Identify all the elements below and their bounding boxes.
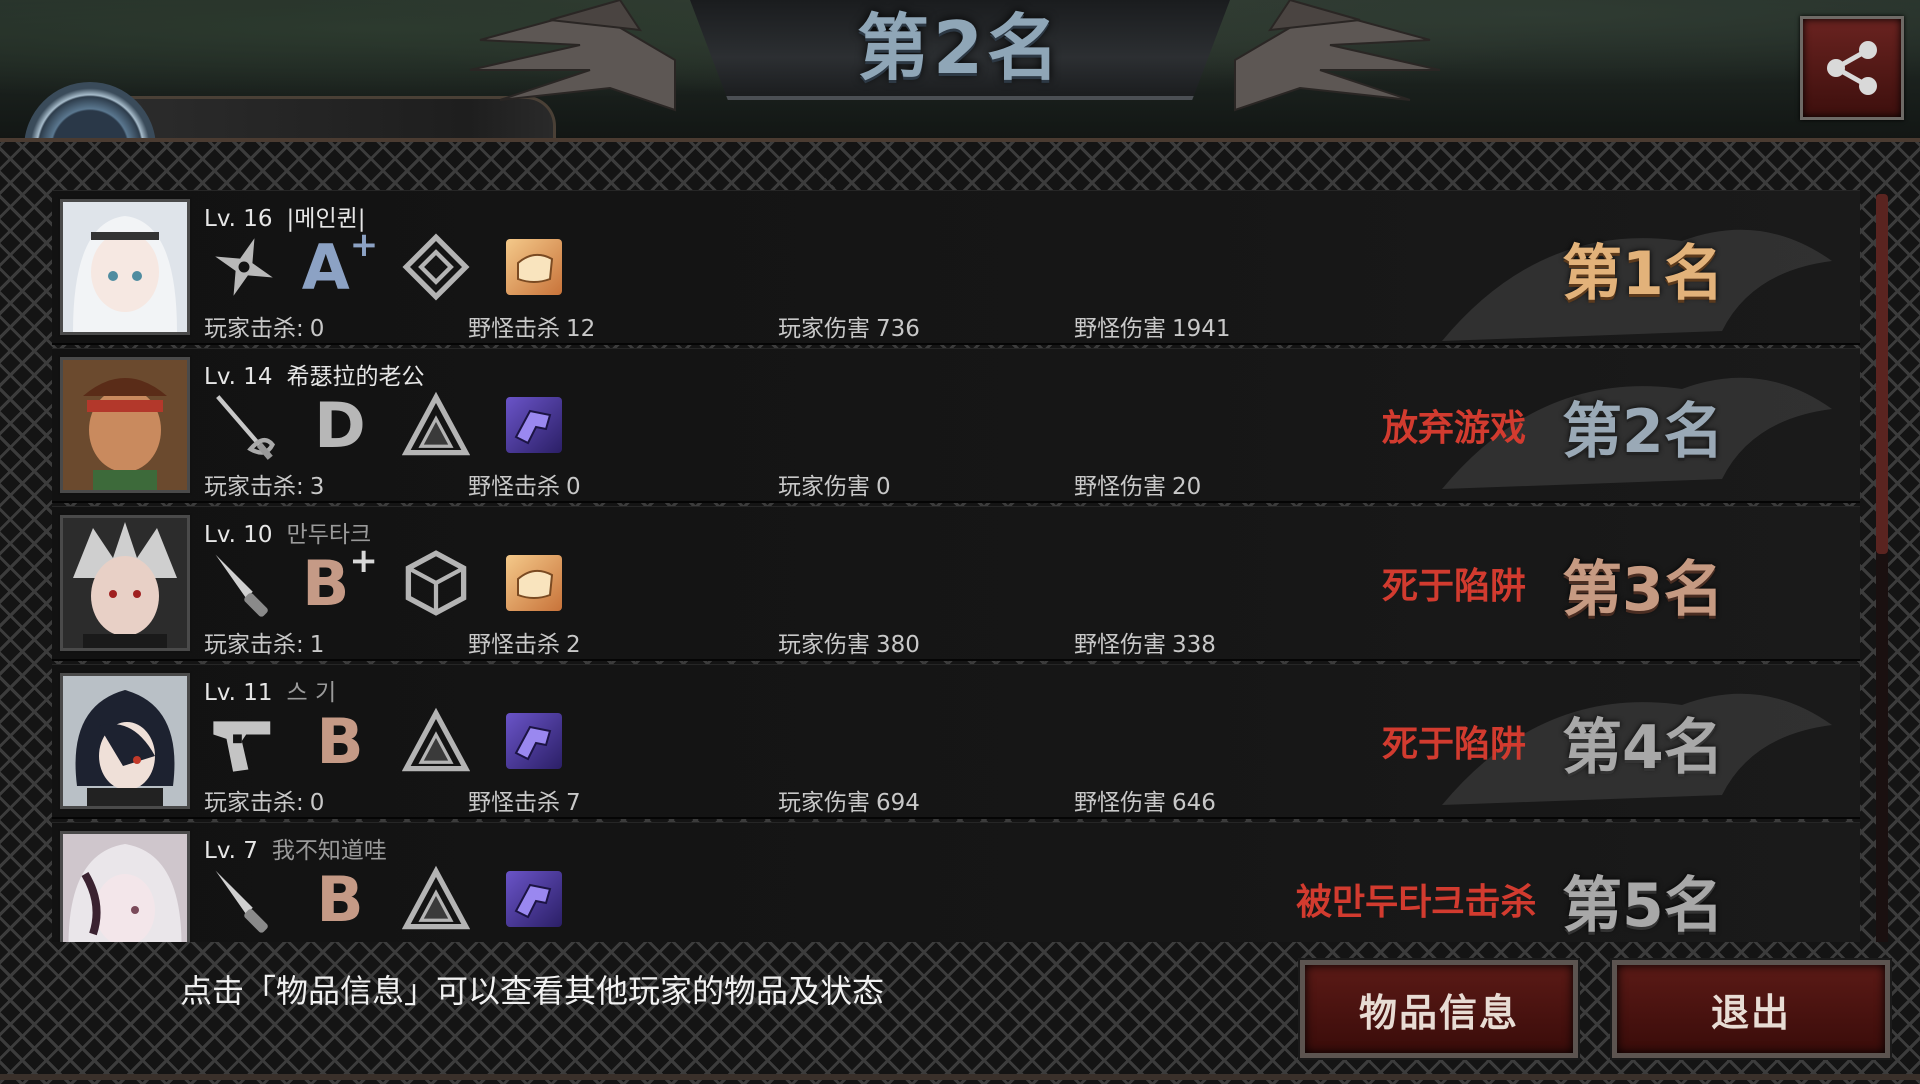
grade-badge: B bbox=[316, 704, 364, 778]
player-damage: 玩家伤害 736 bbox=[778, 316, 920, 342]
status-label: 被만두타크击杀 bbox=[1296, 882, 1537, 923]
monster-damage: 野怪伤害 338 bbox=[1074, 632, 1216, 658]
rank-label: 第1名 bbox=[1562, 239, 1724, 309]
player-row-2[interactable]: Lv. 14 希瑟拉的老公 D 玩家击杀: 3 野怪击杀 0 玩家伤害 0 野怪伤害 20… bbox=[52, 348, 1860, 503]
monster-kills: 野怪击杀 7 bbox=[468, 790, 581, 816]
player-row-5[interactable]: Lv. 7 我不知道哇 B 被만두타크击杀 第5名 bbox=[52, 822, 1860, 942]
player-damage: 玩家伤害 0 bbox=[778, 474, 891, 500]
hint-text: 点击「物品信息」可以查看其他玩家的物品及状态 bbox=[180, 972, 885, 1010]
player-row-1[interactable]: Lv. 16 |메인퀸| A+ 玩家击杀: 0 野怪击杀 12 玩家伤害 736 野怪伤… bbox=[52, 190, 1860, 345]
level-line: Lv. 16 |메인퀸| bbox=[204, 199, 366, 233]
monster-kills: 野怪击杀 0 bbox=[468, 474, 581, 500]
food-item-icon bbox=[496, 545, 572, 621]
status-label: 放弃游戏 bbox=[1382, 408, 1527, 449]
shuriken-icon bbox=[206, 229, 282, 305]
right-wing-emblem bbox=[1234, 0, 1441, 112]
knife-icon bbox=[206, 545, 282, 621]
monster-kills: 野怪击杀 2 bbox=[468, 632, 581, 658]
level-line: Lv. 10 만두타크 bbox=[204, 515, 371, 549]
rank-label: 第3名 bbox=[1562, 555, 1724, 625]
rank-label: 第2名 bbox=[1562, 397, 1724, 467]
food-item-icon bbox=[496, 229, 572, 305]
monster-damage: 野怪伤害 20 bbox=[1074, 474, 1202, 500]
share-button[interactable] bbox=[1800, 16, 1904, 120]
pistol-icon bbox=[206, 703, 282, 779]
level-line: Lv. 7 我不知道哇 bbox=[204, 831, 387, 865]
purple-item-icon bbox=[496, 703, 572, 779]
avatar[interactable] bbox=[60, 515, 190, 651]
rank-label: 第5名 bbox=[1562, 871, 1724, 941]
player-damage: 玩家伤害 694 bbox=[778, 790, 920, 816]
status-label: 死于陷阱 bbox=[1382, 566, 1527, 607]
player-row-4[interactable]: Lv. 11 스 기 B 玩家击杀: 0 野怪击杀 7 玩家伤害 694 野怪伤害 646… bbox=[52, 664, 1860, 819]
player-ranking-list[interactable]: Lv. 16 |메인퀸| A+ 玩家击杀: 0 野怪击杀 12 玩家伤害 736 野怪伤… bbox=[52, 190, 1864, 942]
item-info-button[interactable]: 物品信息 bbox=[1300, 960, 1578, 1058]
cube-emblem-icon bbox=[398, 545, 474, 621]
rapier-icon bbox=[206, 387, 282, 463]
monster-kills: 野怪击杀 12 bbox=[468, 316, 596, 342]
monster-damage: 野怪伤害 1941 bbox=[1074, 316, 1231, 342]
avatar[interactable] bbox=[60, 357, 190, 493]
player-row-3[interactable]: Lv. 10 만두타크 B+ 玩家击杀: 1 野怪击杀 2 玩家伤害 380 野怪伤害 3… bbox=[52, 506, 1860, 661]
status-label: 死于陷阱 bbox=[1382, 724, 1527, 765]
avatar[interactable] bbox=[60, 199, 190, 335]
monster-damage: 野怪伤害 646 bbox=[1074, 790, 1216, 816]
grade-badge: B bbox=[316, 862, 364, 936]
player-kills: 玩家击杀: 3 bbox=[204, 474, 325, 500]
page-title: 第2名 bbox=[856, 5, 1064, 90]
player-kills: 玩家击杀: 0 bbox=[204, 316, 325, 342]
player-kills: 玩家击杀: 0 bbox=[204, 790, 325, 816]
purple-item-icon bbox=[496, 861, 572, 937]
purple-item-icon bbox=[496, 387, 572, 463]
left-wing-emblem bbox=[469, 0, 676, 112]
diamond-emblem-icon bbox=[398, 229, 474, 305]
bottom-rail bbox=[0, 1074, 1920, 1080]
player-kills: 玩家击杀: 1 bbox=[204, 632, 325, 658]
triangle-emblem-icon bbox=[398, 703, 474, 779]
scrollbar-thumb[interactable] bbox=[1876, 194, 1888, 554]
level-line: Lv. 11 스 기 bbox=[204, 673, 336, 707]
avatar[interactable] bbox=[60, 831, 190, 942]
share-icon bbox=[1827, 41, 1877, 95]
title-banner: 第2名 bbox=[690, 0, 1230, 100]
player-damage: 玩家伤害 380 bbox=[778, 632, 920, 658]
rank-label: 第4名 bbox=[1562, 713, 1724, 783]
level-line: Lv. 14 希瑟拉的老公 bbox=[204, 357, 425, 391]
grade-badge: B+ bbox=[302, 540, 378, 620]
knife-icon bbox=[206, 861, 282, 937]
avatar[interactable] bbox=[60, 673, 190, 809]
triangle-emblem-icon bbox=[398, 861, 474, 937]
grade-badge: D bbox=[314, 388, 366, 462]
triangle-emblem-icon bbox=[398, 387, 474, 463]
grade-badge: A+ bbox=[301, 224, 379, 304]
exit-button[interactable]: 退出 bbox=[1612, 960, 1890, 1058]
